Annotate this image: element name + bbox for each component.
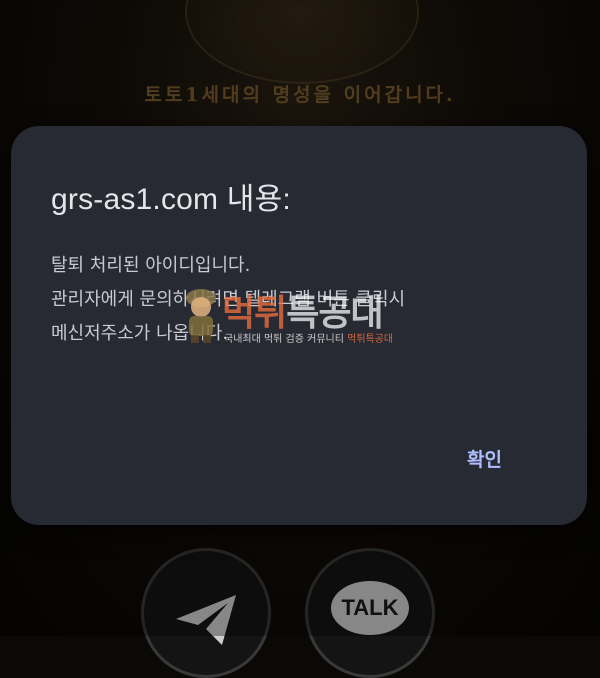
- watermark-title-part1: 먹튀: [222, 293, 287, 334]
- watermark-subtitle-part2: 먹튀특공대: [347, 334, 394, 345]
- watermark: 먹튀특공대 국내최대 먹튀 검증 커뮤니티 먹튀특공대: [180, 282, 430, 352]
- watermark-subtitle-part1: 국내최대 먹튀 검증 커뮤니티: [224, 334, 348, 345]
- watermark-subtitle: 국내최대 먹튀 검증 커뮤니티 먹튀특공대: [224, 330, 393, 345]
- watermark-title-part2: 특공대: [286, 293, 383, 334]
- dialog-title: grs-as1.com 내용:: [51, 183, 291, 216]
- soldier-mascot-icon: [186, 289, 216, 343]
- confirm-button[interactable]: 확인: [459, 441, 510, 476]
- watermark-title: 먹튀특공대: [222, 284, 384, 336]
- message-line: 탈퇴 처리된 아이디입니다.: [51, 255, 251, 276]
